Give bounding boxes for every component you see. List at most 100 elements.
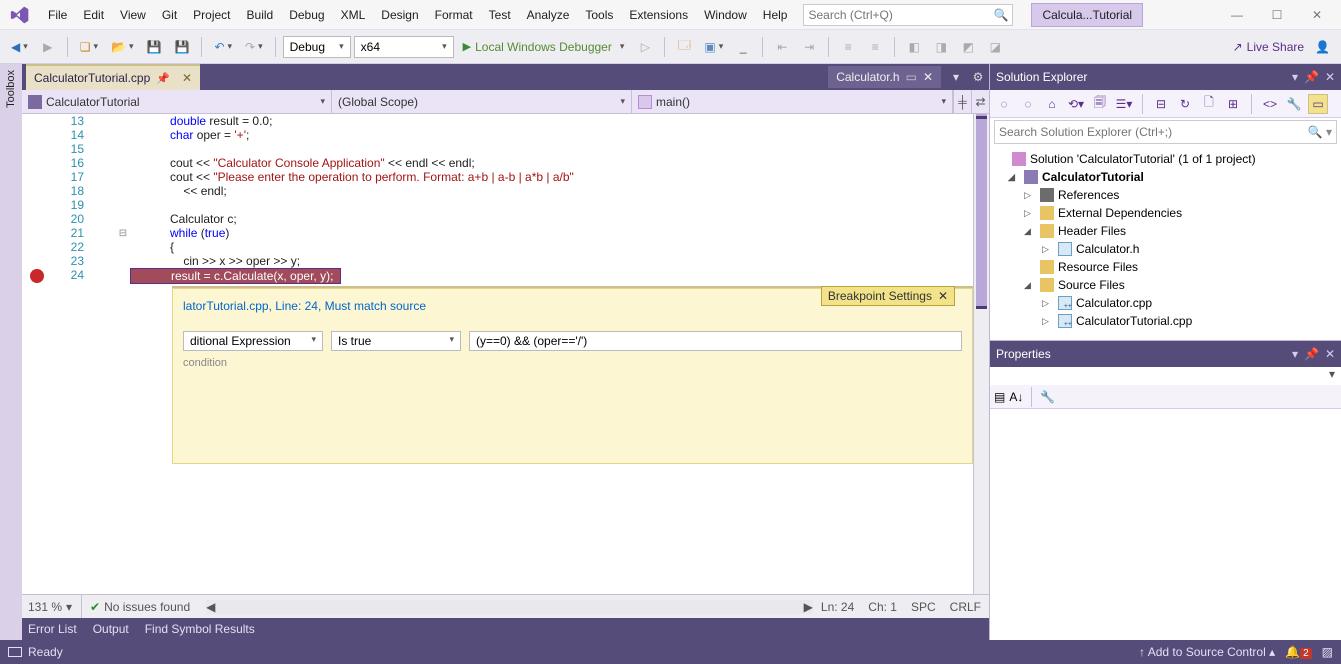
close-bp-icon[interactable]: ✕	[938, 289, 948, 303]
save-button[interactable]: 💾	[142, 35, 167, 59]
code-line[interactable]: 19	[22, 198, 973, 212]
tool-icon-2[interactable]: ▣	[699, 35, 728, 59]
menu-xml[interactable]: XML	[333, 0, 374, 30]
notifications-icon[interactable]: 🔔2	[1285, 645, 1312, 659]
se-back-icon[interactable]: ◌	[994, 94, 1014, 114]
menu-edit[interactable]: Edit	[75, 0, 112, 30]
header-files-node[interactable]: ◢Header Files	[992, 222, 1339, 240]
nav-func-combo[interactable]: main()	[632, 90, 953, 113]
resource-files-node[interactable]: Resource Files	[992, 258, 1339, 276]
preview-doc-tab[interactable]: Calculator.h ▭ ✕	[828, 66, 941, 88]
close-preview-icon[interactable]: ✕	[923, 70, 933, 84]
dock-pin-icon[interactable]: 📌	[1304, 70, 1319, 84]
bookmark-icon[interactable]: ◧	[902, 35, 926, 59]
close-tab-icon[interactable]: ✕	[182, 71, 192, 85]
props-az-icon[interactable]: A↓	[1009, 390, 1023, 404]
se-fwd-icon[interactable]: ◌	[1018, 94, 1038, 114]
props-close-icon[interactable]: ✕	[1325, 347, 1335, 361]
indent-dec-icon[interactable]: ⇤	[770, 35, 794, 59]
calc-cpp-node[interactable]: ▷Calculator.cpp	[992, 294, 1339, 312]
live-share-button[interactable]: ↗ Live Share	[1233, 40, 1304, 54]
active-doc-tab[interactable]: CalculatorTutorial.cpp 📌 ✕	[26, 64, 200, 90]
quick-search-input[interactable]	[808, 8, 993, 22]
tab-find-symbol[interactable]: Find Symbol Results	[145, 622, 255, 636]
solution-explorer-header[interactable]: Solution Explorer ▾📌✕	[990, 64, 1341, 90]
menu-format[interactable]: Format	[427, 0, 481, 30]
menu-help[interactable]: Help	[755, 0, 796, 30]
props-pin-icon[interactable]: 📌	[1304, 347, 1319, 361]
se-wrench-icon[interactable]: 🔧	[1284, 94, 1304, 114]
save-all-button[interactable]: 💾	[170, 35, 195, 59]
menu-project[interactable]: Project	[185, 0, 238, 30]
open-button[interactable]: 📂	[106, 35, 138, 59]
menu-analyze[interactable]: Analyze	[519, 0, 578, 30]
start-debug-button[interactable]: Local Windows Debugger	[457, 35, 631, 59]
tutorial-cpp-node[interactable]: ▷CalculatorTutorial.cpp	[992, 312, 1339, 330]
code-editor[interactable]: 13 double result = 0.0;14 char oper = '+…	[22, 114, 989, 594]
sln-node[interactable]: Solution 'CalculatorTutorial' (1 of 1 pr…	[992, 150, 1339, 168]
menu-git[interactable]: Git	[154, 0, 185, 30]
properties-header[interactable]: Properties ▾📌✕	[990, 341, 1341, 367]
se-home-icon[interactable]: ⌂	[1042, 94, 1062, 114]
tab-output[interactable]: Output	[93, 622, 129, 636]
se-code-icon[interactable]: <>	[1260, 94, 1280, 114]
bookmark-clear-icon[interactable]: ◪	[983, 35, 1007, 59]
issues-indicator[interactable]: No issues found	[82, 600, 198, 614]
code-line[interactable]: 13 double result = 0.0;	[22, 114, 973, 128]
props-dropdown[interactable]: ▾	[990, 367, 1341, 385]
close-button[interactable]: ✕	[1297, 4, 1337, 26]
account-icon[interactable]: 👤	[1310, 35, 1335, 59]
props-wrench-icon[interactable]: 🔧	[1040, 390, 1055, 404]
menu-view[interactable]: View	[112, 0, 154, 30]
code-line[interactable]: 17 cout << "Please enter the operation t…	[22, 170, 973, 184]
run-noconfig-button[interactable]: ▷	[633, 35, 657, 59]
se-collapse-icon[interactable]: ⊟	[1151, 94, 1171, 114]
uncomment-icon[interactable]: ≡	[863, 35, 887, 59]
external-deps-node[interactable]: ▷External Dependencies	[992, 204, 1339, 222]
menu-window[interactable]: Window	[696, 0, 755, 30]
menu-design[interactable]: Design	[373, 0, 426, 30]
tab-error-list[interactable]: Error List	[28, 622, 77, 636]
calc-h-node[interactable]: ▷Calculator.h	[992, 240, 1339, 258]
new-project-button[interactable]: ❏	[75, 35, 103, 59]
code-line[interactable]: 18 << endl;	[22, 184, 973, 198]
solution-tree[interactable]: Solution 'CalculatorTutorial' (1 of 1 pr…	[990, 146, 1341, 340]
indent-inc-icon[interactable]: ⇥	[797, 35, 821, 59]
editor-vscrollbar[interactable]	[973, 114, 989, 594]
code-line[interactable]: 15	[22, 142, 973, 156]
code-line[interactable]: 16 cout << "Calculator Console Applicati…	[22, 156, 973, 170]
config-combo[interactable]: Debug	[283, 36, 351, 58]
se-filter-icon[interactable]: ☰▾	[1114, 94, 1134, 114]
dock-close-icon[interactable]: ✕	[1325, 70, 1335, 84]
bp-expression-input[interactable]	[469, 331, 962, 351]
pin-icon[interactable]: 📌	[156, 72, 170, 85]
split-editor-icon[interactable]: ╪	[953, 90, 971, 113]
menu-build[interactable]: Build	[239, 0, 282, 30]
nav-class-combo[interactable]: CalculatorTutorial	[22, 90, 332, 113]
undo-button[interactable]: ↶	[209, 35, 237, 59]
tab-overflow-icon[interactable]: ▾	[945, 66, 967, 88]
se-props-icon[interactable]: ⊞	[1223, 94, 1243, 114]
se-search[interactable]: 🔍 ▾	[994, 120, 1337, 144]
props-cat-icon[interactable]: ▤	[994, 390, 1005, 404]
references-node[interactable]: ▷References	[992, 186, 1339, 204]
menu-tools[interactable]: Tools	[577, 0, 621, 30]
promote-icon[interactable]: ▭	[906, 70, 917, 84]
quick-search[interactable]: 🔍	[803, 4, 1013, 26]
nav-back-button[interactable]: ◀	[6, 35, 33, 59]
tab-settings-icon[interactable]: ⚙	[967, 66, 989, 88]
code-line[interactable]: 24 result = c.Calculate(x, oper, y);	[22, 268, 973, 284]
menu-file[interactable]: File	[40, 0, 75, 30]
minimize-button[interactable]: —	[1217, 4, 1257, 26]
dock-menu-icon[interactable]: ▾	[1292, 70, 1298, 84]
toolbox-rail[interactable]: Toolbox	[0, 64, 22, 640]
code-line[interactable]: 14 char oper = '+';	[22, 128, 973, 142]
code-line[interactable]: 21⊟ while (true)	[22, 226, 973, 240]
tool-icon-1[interactable]: 🗔	[672, 35, 696, 59]
breakpoint-settings-header[interactable]: Breakpoint Settings ✕	[821, 286, 955, 306]
source-files-node[interactable]: ◢Source Files	[992, 276, 1339, 294]
bookmark-prev-icon[interactable]: ◩	[956, 35, 980, 59]
tool-icon-3[interactable]: _	[731, 35, 755, 59]
maximize-button[interactable]: ☐	[1257, 4, 1297, 26]
menu-debug[interactable]: Debug	[281, 0, 332, 30]
